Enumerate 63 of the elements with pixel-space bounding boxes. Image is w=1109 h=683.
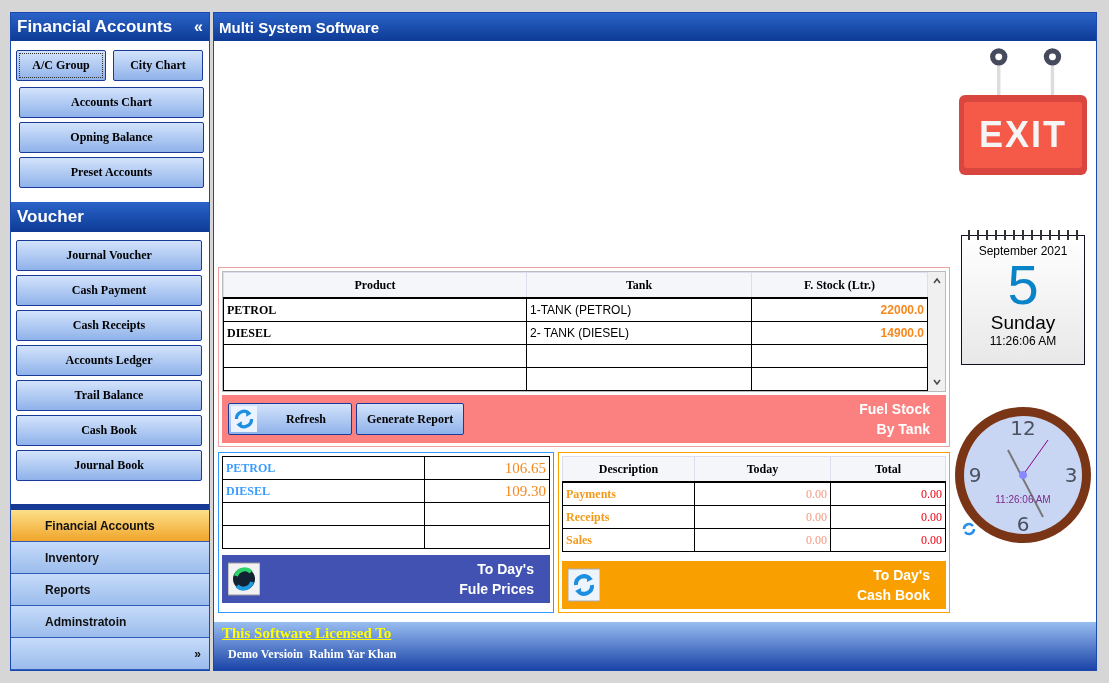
sidebar-button[interactable]: City Chart <box>113 50 203 81</box>
license-title: This Software Licensed To <box>222 625 393 642</box>
table-cell: 0.00 <box>830 505 946 529</box>
refresh-icon[interactable] <box>961 521 977 537</box>
table-cell: Payments <box>562 482 695 506</box>
generate-report-button[interactable]: Generate Report <box>356 403 465 435</box>
sidebar-button[interactable]: Opning Balance <box>19 122 204 153</box>
table-cell: PETROL <box>223 298 527 322</box>
table-cell: 106.65 <box>424 456 550 480</box>
table-cell: Sales <box>562 528 695 552</box>
sidebar-button[interactable]: A/C Group <box>16 50 106 81</box>
column-header: F. Stock (Ltr.) <box>751 272 928 298</box>
table-cell: 14900.0 <box>751 321 928 345</box>
table-cell: DIESEL <box>223 321 527 345</box>
calendar-month: September 2021 <box>977 244 1069 258</box>
sidebar-button[interactable]: Preset Accounts <box>19 157 204 188</box>
table-cell: 2- TANK (DIESEL) <box>526 321 752 345</box>
scroll-up-icon[interactable] <box>931 276 942 286</box>
refresh-button[interactable]: Refresh <box>228 403 352 435</box>
table-cell: 0.00 <box>694 482 831 506</box>
column-header: Product <box>223 272 527 298</box>
panel-caption: Fuel Stock By Tank <box>859 400 931 439</box>
nav-item[interactable]: Inventory <box>11 542 209 574</box>
table-cell: 109.30 <box>424 479 550 503</box>
wall-clock-drawing: 12 3 6 9 11:26:06 AM <box>953 405 1093 545</box>
table-cell: 0.00 <box>694 505 831 529</box>
table-cell: DIESEL <box>222 479 425 503</box>
collapse-button[interactable]: « <box>194 18 203 36</box>
calendar-day: 5 <box>962 258 1084 312</box>
table-cell: 22000.0 <box>751 298 928 322</box>
nav-item[interactable]: Financial Accounts <box>11 510 209 542</box>
table-cell: 0.00 <box>830 528 946 552</box>
voucher-button[interactable]: Cash Receipts <box>16 310 202 341</box>
license-text: Demo Versioin Rahim Yar Khan <box>227 647 398 662</box>
column-header: Description <box>562 456 695 482</box>
table-cell: Receipts <box>562 505 695 529</box>
more-button[interactable]: » <box>11 638 209 670</box>
calendar-weekday: Sunday <box>989 312 1057 334</box>
calendar-time: 11:26:06 AM <box>988 334 1058 348</box>
table-cell: 1-TANK (PETROL) <box>526 298 752 322</box>
sidebar-title: Financial Accounts <box>17 17 173 37</box>
voucher-button[interactable]: Journal Voucher <box>16 240 202 271</box>
scroll-down-icon[interactable] <box>931 377 942 387</box>
cycle-icon[interactable] <box>228 561 260 597</box>
table-cell: 0.00 <box>830 482 946 506</box>
nav-item[interactable]: Adminstratoin <box>11 606 209 638</box>
nav-item[interactable]: Reports <box>11 574 209 606</box>
voucher-button[interactable]: Trail Balance <box>16 380 202 411</box>
voucher-button[interactable]: Accounts Ledger <box>16 345 202 376</box>
voucher-title: Voucher <box>17 207 84 227</box>
refresh-icon <box>231 406 257 432</box>
column-header: Today <box>694 456 831 482</box>
voucher-button[interactable]: Journal Book <box>16 450 202 481</box>
panel-caption: To Day's Fule Prices <box>459 560 535 599</box>
column-header: Total <box>830 456 946 482</box>
table-cell: 0.00 <box>694 528 831 552</box>
voucher-button[interactable]: Cash Book <box>16 415 202 446</box>
window-title: Multi System Software <box>219 18 380 36</box>
column-header: Tank <box>526 272 752 298</box>
table-cell: PETROL <box>222 456 425 480</box>
panel-caption: To Day's Cash Book <box>856 566 931 605</box>
sidebar-button[interactable]: Accounts Chart <box>19 87 204 118</box>
voucher-button[interactable]: Cash Payment <box>16 275 202 306</box>
